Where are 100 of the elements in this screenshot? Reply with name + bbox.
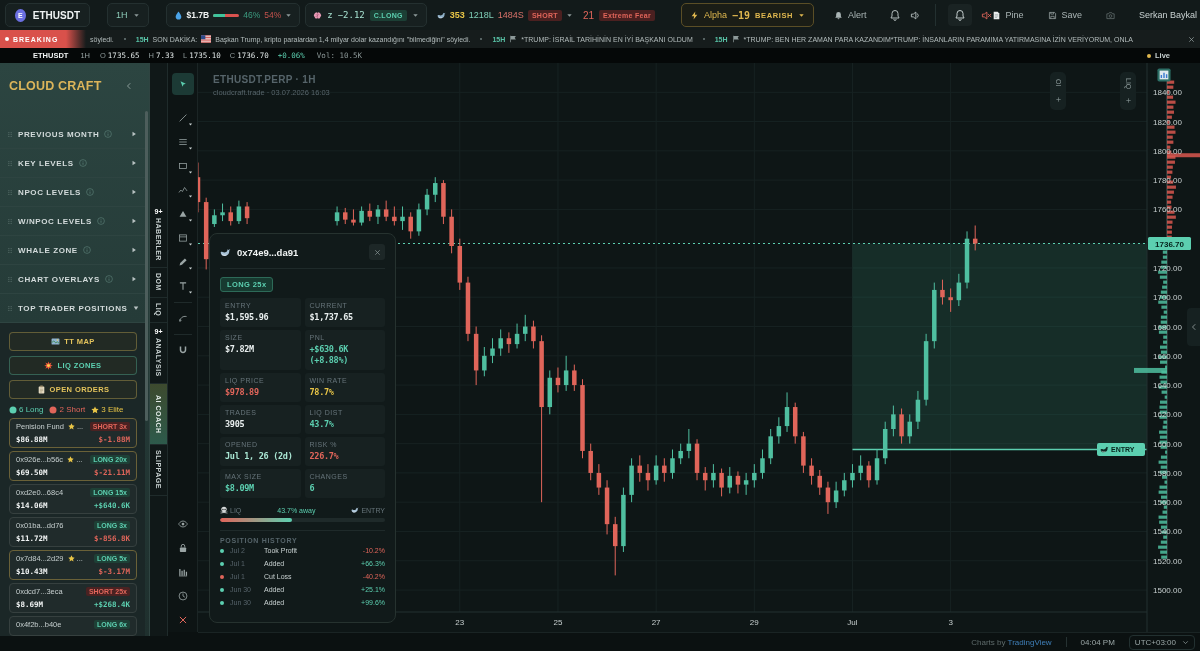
short-count: 1484S <box>497 10 524 20</box>
close-button[interactable] <box>369 244 385 260</box>
muted-speaker-icon[interactable] <box>980 9 992 21</box>
candle <box>465 276 471 342</box>
caret-icon <box>798 11 806 19</box>
dots-icon[interactable] <box>7 188 13 196</box>
bell-icon[interactable] <box>888 9 901 21</box>
candle <box>915 390 921 430</box>
info-icon[interactable] <box>104 275 113 283</box>
candle <box>596 463 602 496</box>
eye-icon[interactable] <box>177 519 188 529</box>
date-label: 27 <box>651 618 661 627</box>
bell-button[interactable] <box>947 4 972 26</box>
candle <box>198 162 201 213</box>
dots-icon[interactable] <box>7 217 13 225</box>
candle <box>702 466 708 491</box>
candle <box>514 323 520 349</box>
zscore-label: z <box>327 10 333 20</box>
last-price-tag: 1736.70 <box>1148 237 1191 250</box>
curve-icon <box>177 313 188 323</box>
dots-icon[interactable] <box>7 159 13 167</box>
stat-value: 6 <box>309 483 316 495</box>
candle <box>629 457 634 503</box>
lock-icon[interactable] <box>177 543 188 553</box>
price-label: 1700.00 <box>1153 293 1182 303</box>
save-button[interactable]: Save <box>1047 10 1083 20</box>
candle <box>359 205 364 226</box>
bars-icon[interactable] <box>177 567 188 577</box>
stat-value: $1,737.65 <box>309 312 354 324</box>
info-icon[interactable] <box>86 188 95 196</box>
candle <box>817 469 822 496</box>
price-label: 1660.00 <box>1153 351 1182 361</box>
skull-icon <box>220 506 228 515</box>
candle <box>899 408 904 445</box>
info-icon[interactable] <box>78 159 87 167</box>
timezone-selector[interactable]: UTC+03:00 <box>1128 634 1195 650</box>
price-label: 1620.00 <box>1153 410 1182 420</box>
candle <box>531 320 536 349</box>
candle <box>621 487 626 553</box>
caret-icon[interactable] <box>565 11 573 19</box>
flag-icon <box>201 35 212 43</box>
candle <box>613 516 618 576</box>
chevron-left-icon[interactable] <box>125 82 133 90</box>
candle <box>351 208 356 226</box>
info-icon[interactable] <box>82 246 91 254</box>
line-icon <box>177 113 188 123</box>
interval-selector[interactable]: 1H <box>107 3 149 27</box>
user-name[interactable]: Serkan Baykal <box>1139 10 1198 20</box>
candle <box>907 413 912 445</box>
candle <box>482 346 487 377</box>
candle <box>711 463 716 489</box>
flag-icon <box>509 35 518 43</box>
alert-button[interactable]: Alert <box>834 10 867 20</box>
stat-value: 3905 <box>225 419 246 431</box>
candle <box>392 205 397 226</box>
candle <box>416 203 422 237</box>
ref-line-label: 1736.70 <box>1155 239 1185 249</box>
clipboard-icon <box>36 385 46 394</box>
candle <box>449 208 454 254</box>
candle <box>784 391 790 433</box>
brand-title: CLOUD CRAFT <box>9 79 102 93</box>
entry-tag <box>1097 443 1145 456</box>
speaker-icon[interactable] <box>909 9 921 21</box>
stat-value: 78.7% <box>309 387 335 399</box>
info-icon[interactable] <box>97 217 106 225</box>
alpha-value: −19 <box>732 9 751 21</box>
dots-icon[interactable] <box>7 246 13 254</box>
candle <box>343 207 348 225</box>
dots-icon[interactable] <box>7 304 13 312</box>
price-label: 1540.00 <box>1153 527 1182 537</box>
whale-icon <box>436 10 446 20</box>
info-icon[interactable] <box>104 130 113 138</box>
text-icon <box>177 281 188 291</box>
dots-icon[interactable] <box>7 275 13 283</box>
candle <box>457 238 463 291</box>
pine-button[interactable]: Pine <box>991 10 1024 20</box>
clock-icon[interactable] <box>177 591 188 601</box>
chevron-down-icon <box>1182 638 1189 646</box>
burst-icon <box>44 361 54 370</box>
panel-toggle[interactable] <box>1187 308 1200 346</box>
price-label: 1720.00 <box>1153 263 1182 273</box>
candle <box>383 200 389 222</box>
candle <box>572 364 577 392</box>
bar-chart-icon[interactable] <box>1157 68 1171 82</box>
close-icon <box>373 248 381 256</box>
dots-icon[interactable] <box>7 130 13 138</box>
candle <box>833 481 839 509</box>
camera-icon[interactable] <box>1106 10 1116 20</box>
credit-link[interactable]: TradingView <box>1007 637 1052 647</box>
date-label: 23 <box>455 618 465 627</box>
candle <box>424 188 430 216</box>
liquidity-dropdown[interactable]: $1.7B 46% 54% <box>165 3 301 27</box>
price-label: 1500.00 <box>1153 586 1182 596</box>
price-label: 1780.00 <box>1153 176 1182 186</box>
candle <box>637 454 643 483</box>
short-share: 54% <box>264 10 282 20</box>
close-icon[interactable] <box>177 615 188 625</box>
live-dot-icon <box>1147 53 1151 58</box>
save-icon <box>1047 10 1057 20</box>
close-icon[interactable] <box>1188 35 1195 43</box>
